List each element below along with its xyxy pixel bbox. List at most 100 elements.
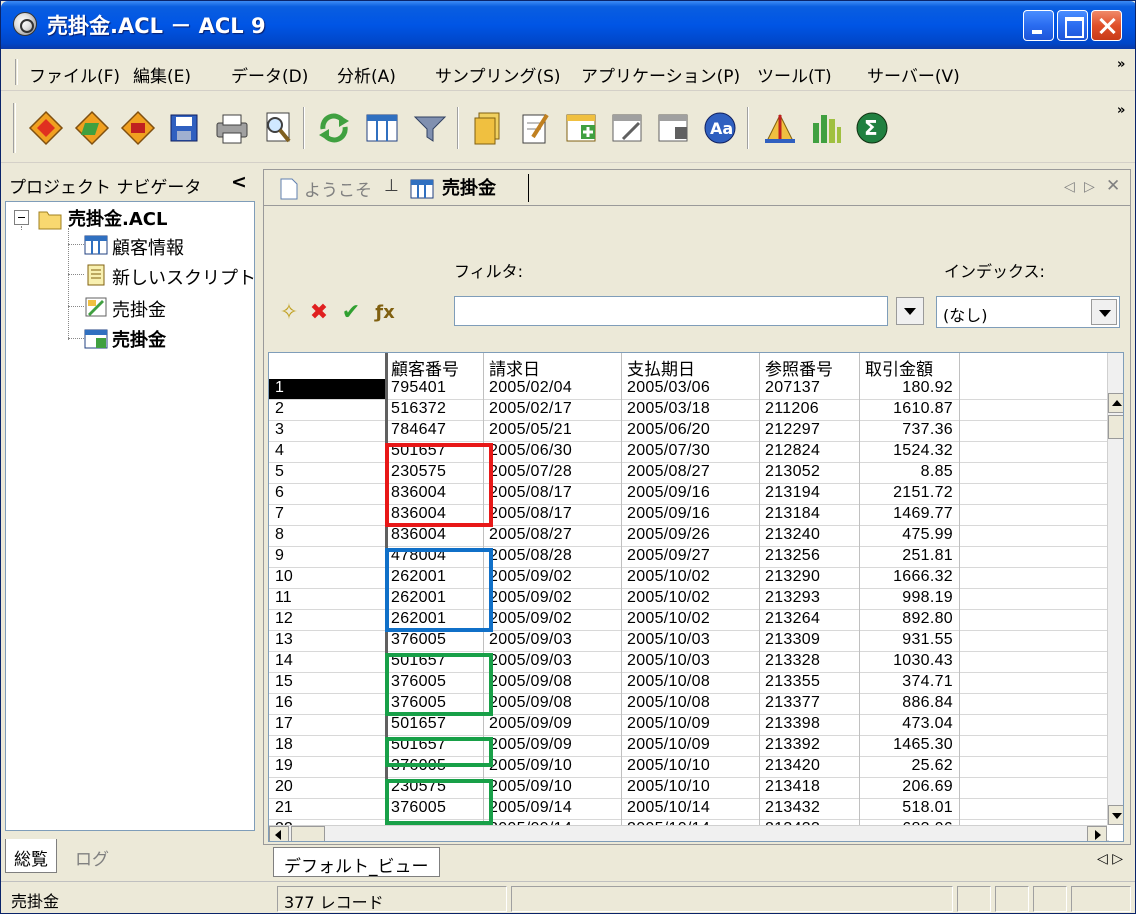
column-header-amount[interactable]: 取引金額 [865, 355, 933, 380]
cell-invoice-date[interactable]: 2005/09/09 [489, 736, 572, 754]
cell-amount[interactable]: 2151.72 [873, 484, 953, 502]
table-layout-icon[interactable] [363, 109, 401, 147]
cell-reference-no[interactable]: 213052 [765, 463, 820, 481]
tab-welcome[interactable]: ようこそ [304, 176, 372, 201]
cell-invoice-date[interactable]: 2005/09/10 [489, 757, 572, 775]
cell-reference-no[interactable]: 213328 [765, 652, 820, 670]
cell-reference-no[interactable]: 213184 [765, 505, 820, 523]
tab-log[interactable]: ログ [67, 839, 117, 873]
filter-input[interactable] [454, 296, 888, 326]
cell-invoice-date[interactable]: 2005/09/14 [489, 799, 572, 817]
size-grip[interactable] [1071, 886, 1131, 912]
histogram-icon[interactable] [807, 109, 845, 147]
table-row[interactable]: 9 478004 2005/08/28 2005/09/27 213256 251.81 [269, 547, 1109, 568]
column-header-due-date[interactable]: 支払期日 [627, 355, 695, 380]
delete-table-icon[interactable] [655, 109, 693, 147]
cell-reference-no[interactable]: 212824 [765, 442, 820, 460]
cell-due-date[interactable]: 2005/10/02 [627, 589, 710, 607]
cell-invoice-date[interactable]: 2005/08/28 [489, 547, 572, 565]
table-row[interactable]: 8 836004 2005/08/27 2005/09/26 213240 475.99 [269, 526, 1109, 547]
cell-due-date[interactable]: 2005/10/03 [627, 631, 710, 649]
scroll-left-button[interactable] [269, 826, 289, 841]
cell-amount[interactable]: 886.84 [873, 694, 953, 712]
cell-reference-no[interactable]: 213398 [765, 715, 820, 733]
menu-data[interactable]: データ(D) [231, 62, 308, 87]
cell-amount[interactable]: 25.62 [873, 757, 953, 775]
cell-reference-no[interactable]: 213256 [765, 547, 820, 565]
cell-reference-no[interactable]: 213264 [765, 610, 820, 628]
tree-item-receivables-workspace[interactable]: 売掛金 [112, 296, 166, 322]
tree-collapse-toggle[interactable] [14, 210, 29, 225]
filter-expression-icon[interactable]: ƒx [372, 300, 398, 326]
cell-due-date[interactable]: 2005/06/20 [627, 421, 710, 439]
menu-tools[interactable]: ツール(T) [757, 62, 832, 87]
cell-amount[interactable]: 1465.30 [873, 736, 953, 754]
cell-amount[interactable]: 737.36 [873, 421, 953, 439]
tree-project-label[interactable]: 売掛金.ACL [68, 205, 167, 231]
cell-customer-no[interactable]: 501657 [391, 442, 446, 460]
cell-reference-no[interactable]: 212297 [765, 421, 820, 439]
apply-filter-icon[interactable]: ✔ [338, 300, 364, 326]
cell-due-date[interactable]: 2005/09/26 [627, 526, 710, 544]
cell-reference-no[interactable]: 213290 [765, 568, 820, 586]
menu-server[interactable]: サーバー(V) [867, 62, 960, 87]
new-project-icon[interactable] [27, 109, 65, 147]
table-row[interactable]: 2 516372 2005/02/17 2005/03/18 211206 1610.87 [269, 400, 1109, 421]
table-row[interactable]: 21 376005 2005/09/14 2005/10/14 213432 518.01 [269, 799, 1109, 820]
print-icon[interactable] [213, 109, 251, 147]
statistics-icon[interactable] [761, 109, 799, 147]
cell-due-date[interactable]: 2005/10/08 [627, 673, 710, 691]
cell-reference-no[interactable]: 213418 [765, 778, 820, 796]
cell-due-date[interactable]: 2005/10/08 [627, 694, 710, 712]
cell-due-date[interactable]: 2005/03/18 [627, 400, 710, 418]
refresh-icon[interactable] [315, 109, 353, 147]
cell-customer-no[interactable]: 262001 [391, 589, 446, 607]
cell-due-date[interactable]: 2005/10/09 [627, 715, 710, 733]
column-header-invoice-date[interactable]: 請求日 [489, 355, 540, 380]
table-row[interactable]: 19 376005 2005/09/10 2005/10/10 213420 25.62 [269, 757, 1109, 778]
index-select[interactable]: (なし) [936, 296, 1120, 328]
cell-reference-no[interactable]: 213420 [765, 757, 820, 775]
cell-amount[interactable]: 473.04 [873, 715, 953, 733]
cell-invoice-date[interactable]: 2005/08/27 [489, 526, 572, 544]
cell-invoice-date[interactable]: 2005/09/02 [489, 589, 572, 607]
cell-due-date[interactable]: 2005/09/16 [627, 484, 710, 502]
cell-reference-no[interactable]: 213194 [765, 484, 820, 502]
filter-icon[interactable] [411, 109, 449, 147]
table-row[interactable]: 14 501657 2005/09/03 2005/10/03 213328 1030.4… [269, 652, 1109, 673]
tab-scroll-right-icon[interactable]: ▷ [1084, 179, 1095, 195]
cell-customer-no[interactable]: 262001 [391, 610, 446, 628]
cell-invoice-date[interactable]: 2005/09/02 [489, 610, 572, 628]
cell-amount[interactable]: 998.19 [873, 589, 953, 607]
cell-reference-no[interactable]: 211206 [765, 400, 819, 418]
cell-invoice-date[interactable]: 2005/09/10 [489, 778, 572, 796]
cell-due-date[interactable]: 2005/10/10 [627, 778, 710, 796]
tab-scroll-left-icon[interactable]: ◁ [1064, 179, 1075, 195]
cell-invoice-date[interactable]: 2005/02/04 [489, 379, 572, 397]
cell-amount[interactable]: 1469.77 [873, 505, 953, 523]
toolbar-overflow-icon[interactable]: » [1117, 103, 1125, 118]
index-dropdown-button[interactable] [1091, 299, 1117, 325]
table-row[interactable]: 17 501657 2005/09/09 2005/10/09 213398 473.04 [269, 715, 1109, 736]
cell-amount[interactable]: 518.01 [873, 799, 953, 817]
cell-amount[interactable]: 251.81 [873, 547, 953, 565]
cell-amount[interactable]: 1666.32 [873, 568, 953, 586]
close-button[interactable] [1091, 10, 1122, 41]
column-header-reference-no[interactable]: 参照番号 [765, 355, 833, 380]
table-row[interactable]: 13 376005 2005/09/03 2005/10/03 213309 931.55 [269, 631, 1109, 652]
cell-due-date[interactable]: 2005/08/27 [627, 463, 710, 481]
toolbar-grip[interactable] [13, 103, 16, 153]
tree-item-receivables-table[interactable]: 売掛金 [112, 326, 166, 352]
table-row[interactable]: 1 795401 2005/02/04 2005/03/06 207137 180.92 [269, 379, 1109, 400]
table-row[interactable]: 20 230575 2005/09/10 2005/10/10 213418 206.69 [269, 778, 1109, 799]
cell-customer-no[interactable]: 376005 [391, 757, 446, 775]
menu-sampling[interactable]: サンプリング(S) [435, 62, 561, 87]
scroll-up-button[interactable] [1108, 393, 1123, 413]
close-project-icon[interactable] [119, 109, 157, 147]
cell-amount[interactable]: 475.99 [873, 526, 953, 544]
cell-due-date[interactable]: 2005/10/03 [627, 652, 710, 670]
tab-close-icon[interactable]: ✕ [1106, 176, 1120, 196]
menu-edit[interactable]: 編集(E) [133, 62, 191, 87]
table-row[interactable]: 16 376005 2005/09/08 2005/10/08 213377 886.84 [269, 694, 1109, 715]
cell-reference-no[interactable]: 213309 [765, 631, 820, 649]
